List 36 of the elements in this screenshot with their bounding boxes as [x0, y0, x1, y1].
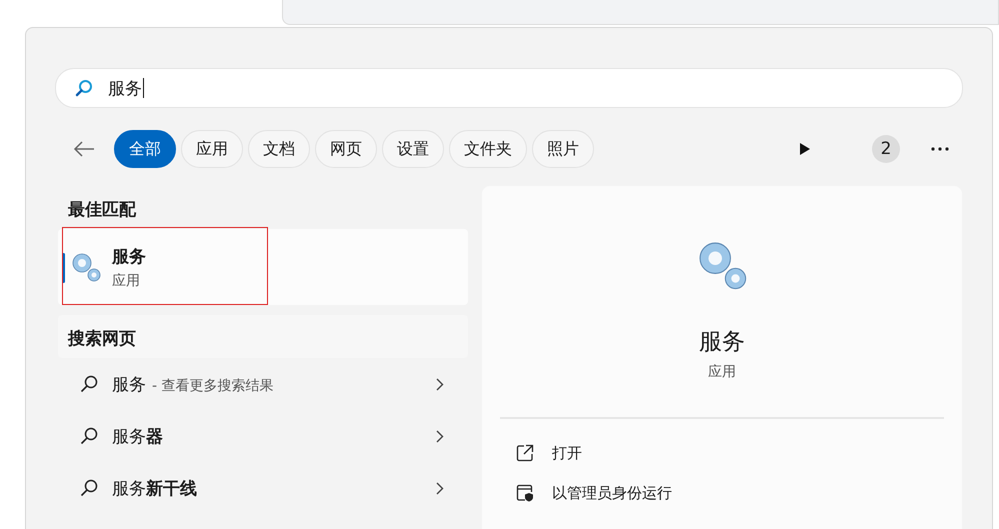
filter-tab[interactable]: 文件夹	[449, 130, 527, 168]
search-suggestion: 服务 - 查看更多搜索结果	[112, 374, 275, 396]
search-icon	[74, 78, 94, 98]
filter-tab[interactable]: 应用	[181, 130, 243, 168]
search-icon	[80, 479, 98, 497]
more-icon[interactable]	[931, 147, 949, 151]
chevron-right-icon	[436, 482, 444, 494]
best-match-item[interactable]: 服务 应用	[58, 229, 468, 305]
section-heading: 搜索网页	[58, 315, 468, 358]
filter-tab[interactable]: 全部	[114, 130, 176, 168]
web-search-item[interactable]: 服务器	[58, 410, 468, 462]
search-icon	[80, 375, 98, 393]
section-heading: 最佳匹配	[67, 199, 138, 222]
filter-tab[interactable]: 文档	[248, 130, 310, 168]
external-link-icon	[516, 444, 534, 462]
app-name: 服务	[699, 328, 745, 357]
search-icon	[80, 427, 98, 445]
play-icon[interactable]	[799, 142, 811, 156]
filter-tab[interactable]: 设置	[382, 130, 444, 168]
web-search-item[interactable]: 服务 - 查看更多搜索结果	[58, 358, 468, 410]
count-badge[interactable]: 2	[872, 135, 900, 163]
app-name: 服务	[112, 246, 146, 268]
web-search-item[interactable]: 服务新干线	[58, 462, 468, 514]
action-item[interactable]: 打开	[482, 433, 962, 473]
chevron-right-icon	[436, 378, 444, 390]
search-suggestion: 服务器	[112, 426, 164, 448]
filter-tab[interactable]: 照片	[532, 130, 594, 168]
search-field[interactable]: 服务	[55, 68, 963, 108]
app-type: 应用	[112, 272, 141, 290]
shield-window-icon	[516, 484, 534, 502]
chevron-right-icon	[436, 430, 444, 442]
action-item[interactable]: 以管理员身份运行	[482, 473, 962, 513]
app-type: 应用	[708, 363, 736, 381]
back-arrow-icon[interactable]	[73, 141, 95, 157]
filter-tab[interactable]: 网页	[315, 130, 377, 168]
search-suggestion: 服务新干线	[112, 478, 198, 500]
